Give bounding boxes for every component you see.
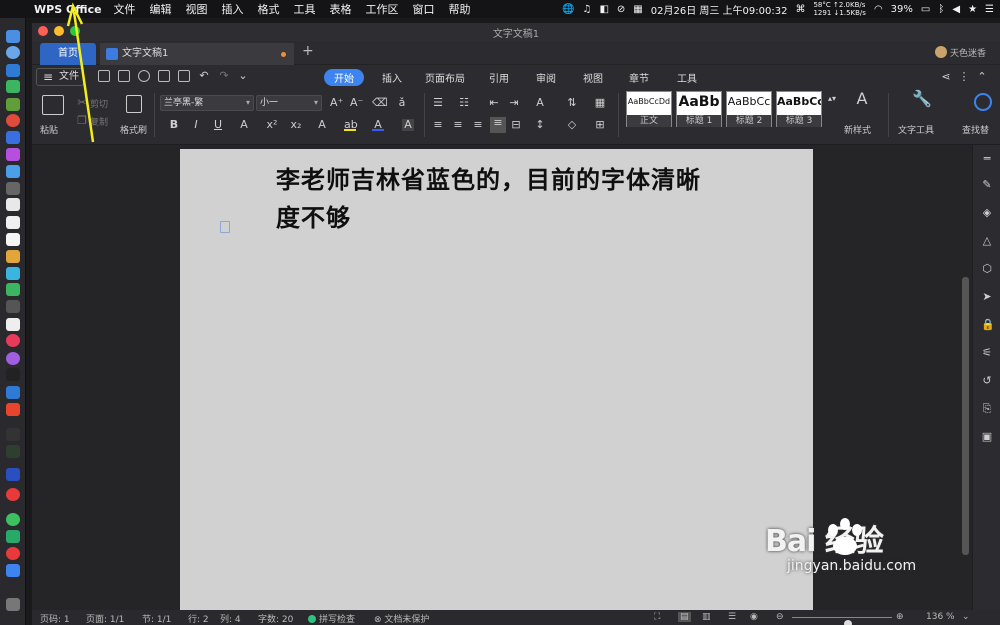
arrow-shaft [72, 11, 95, 143]
baidu-watermark: Bai 经验 jingyan.baidu.com [765, 516, 916, 574]
baidu-paw-icon [828, 518, 862, 555]
watermark-site: jingyan.baidu.com [787, 558, 917, 574]
